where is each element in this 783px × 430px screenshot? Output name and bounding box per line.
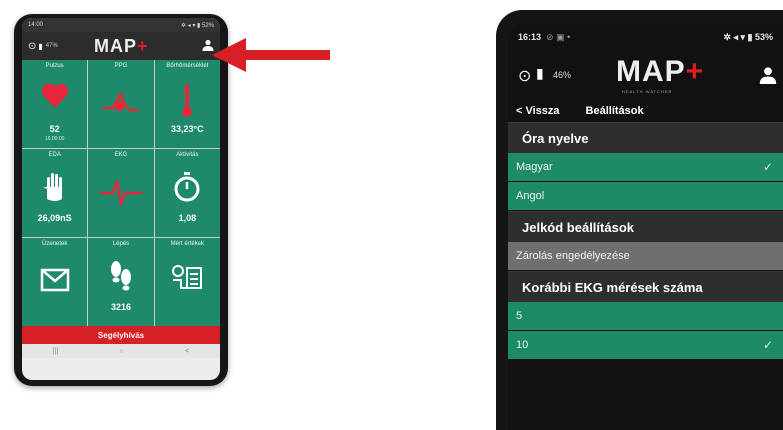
ecg-wave-icon	[99, 180, 142, 207]
watch-battery: 46%	[553, 70, 572, 80]
tile-skin-temp[interactable]: Bőrhőmérséklet 33,23°C	[154, 60, 220, 148]
ppg-wave-icon	[102, 91, 139, 112]
tile-title: Pulzus	[45, 63, 64, 69]
footsteps-icon	[110, 261, 131, 291]
sos-button[interactable]: Segélyhívás	[22, 326, 220, 344]
status-left-icons: ⊘ ▣ •	[546, 31, 571, 42]
settings-nav: < Vissza Beállítások	[508, 100, 783, 122]
thermometer-icon	[182, 84, 193, 117]
tile-eda[interactable]: EDA 26,09nS	[22, 149, 88, 237]
dashboard-screen: 14:00 ✲ ◂ ▾ ▮ 52% ⊙ ▮ 47% MAP+ Pulzus 52…	[22, 18, 220, 380]
logo-text: MAP	[94, 36, 137, 56]
logo-plus: +	[137, 36, 149, 56]
phone-right: 16:13 ⊘ ▣ • ✲ ◂ ▾ ▮ 53% ⊙ ▮ 46% MAP+ HEA…	[496, 10, 783, 430]
heart-icon	[41, 83, 68, 108]
option-label: Magyar	[516, 161, 553, 173]
section-passcode-settings: Jelkód beállítások	[508, 211, 783, 242]
map-logo: MAP+	[94, 36, 149, 57]
tile-title: Üzenetek	[41, 241, 68, 247]
tile-value: 26,09nS	[37, 213, 72, 223]
option-label: Angol	[516, 190, 545, 202]
logo-plus: +	[685, 55, 705, 88]
tile-messages[interactable]: Üzenetek	[22, 238, 88, 326]
app-header: ⊙ ▮ 46% MAP+ HEALTH WATCHER	[508, 50, 783, 100]
status-time: 16:13	[518, 31, 542, 42]
status-time: 14:00	[28, 22, 44, 28]
lock-icon: ▮	[38, 41, 43, 51]
status-icons: ✲ ◂ ▾ ▮ 52%	[180, 22, 214, 29]
option-ekg-5[interactable]: 5	[508, 302, 783, 331]
home-button[interactable]: ○	[120, 348, 124, 355]
tile-value: 1,08	[178, 213, 197, 223]
lock-icon: ▮	[536, 65, 544, 81]
option-hungarian[interactable]: Magyar ✓	[508, 153, 783, 182]
status-bar: 16:13 ⊘ ▣ • ✲ ◂ ▾ ▮ 53%	[508, 24, 783, 50]
logo-tagline: HEALTH WATCHER	[622, 89, 673, 94]
watch-battery: 47%	[45, 43, 58, 49]
back-link[interactable]: < Vissza	[516, 105, 560, 117]
tile-title: Lépés	[112, 241, 130, 247]
tile-value: 3216	[110, 302, 131, 312]
tile-title: Aktivitás	[176, 152, 199, 158]
tile-title: Bőrhőmérséklet	[166, 63, 209, 69]
envelope-icon	[40, 268, 69, 292]
tile-steps[interactable]: Lépés 3216	[88, 238, 154, 326]
hand-icon	[42, 173, 62, 201]
watch-icon: ⊙	[28, 40, 37, 52]
option-english[interactable]: Angol	[508, 182, 783, 211]
check-icon: ✓	[762, 338, 773, 352]
status-bar: 14:00 ✲ ◂ ▾ ▮ 52%	[22, 18, 220, 32]
red-arrow-icon	[212, 38, 330, 72]
recent-apps-button[interactable]: |||	[53, 348, 58, 355]
back-button[interactable]: <	[185, 348, 189, 355]
check-icon: ✓	[762, 160, 773, 174]
logo-text: MAP	[616, 55, 686, 88]
section-ekg-history-count: Korábbi EKG mérések száma	[508, 271, 783, 302]
tile-title: EKG	[114, 152, 128, 158]
tile-title: EDA	[48, 152, 61, 158]
tile-ppg[interactable]: PPG	[88, 60, 154, 148]
tile-title: PPG	[114, 63, 128, 69]
option-label: Zárolás engedélyezése	[516, 250, 630, 262]
option-ekg-10[interactable]: 10 ✓	[508, 331, 783, 360]
stopwatch-icon	[174, 172, 200, 202]
tile-value: 33,23°C	[171, 124, 204, 134]
option-label: 5	[516, 310, 523, 322]
option-enable-lock[interactable]: Zárolás engedélyezése	[508, 242, 783, 271]
tile-activity[interactable]: Aktivitás 1,08	[154, 149, 220, 237]
section-watch-language: Óra nyelve	[508, 122, 783, 153]
option-label: 10	[516, 339, 529, 351]
settings-screen: 16:13 ⊘ ▣ • ✲ ◂ ▾ ▮ 53% ⊙ ▮ 46% MAP+ HEA…	[508, 24, 783, 430]
map-logo: MAP+	[616, 55, 704, 89]
measured-values-icon	[172, 265, 203, 289]
status-icons: ✲ ◂ ▾ ▮ 53%	[723, 31, 773, 42]
tile-value: 52	[49, 124, 60, 134]
android-nav-bar: ||| ○ <	[22, 344, 220, 358]
watch-icon: ⊙	[518, 68, 532, 85]
tile-pulse[interactable]: Pulzus 52 16:00:00	[22, 60, 88, 148]
tile-sub: 16:00:00	[44, 136, 65, 142]
tile-ekg[interactable]: EKG	[88, 149, 154, 237]
tile-title: Mért értékek	[170, 241, 204, 247]
sensor-grid: Pulzus 52 16:00:00 PPG Bőrhőmérséklet 33…	[22, 60, 220, 326]
app-header: ⊙ ▮ 47% MAP+	[22, 32, 220, 60]
user-icon[interactable]	[759, 66, 777, 84]
tile-measured-values[interactable]: Mért értékek	[154, 238, 220, 326]
page-title: Beállítások	[585, 105, 644, 117]
phone-left: 14:00 ✲ ◂ ▾ ▮ 52% ⊙ ▮ 47% MAP+ Pulzus 52…	[14, 14, 228, 386]
